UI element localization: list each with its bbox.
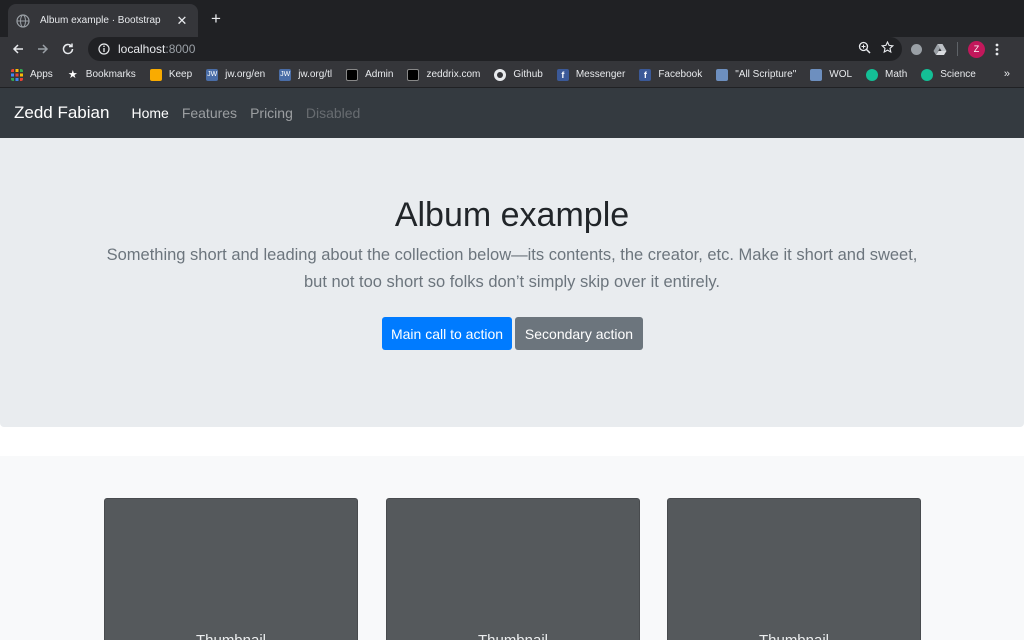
thumbnail-card[interactable]: Thumbnail [386,498,640,640]
profile-avatar[interactable]: Z [968,40,985,58]
tab-title: Album example · Bootstrap [40,15,161,26]
bookmark-keep[interactable]: Keep [149,68,193,81]
reload-icon[interactable] [58,39,78,59]
jw-icon: JW [206,68,219,81]
github-icon [494,68,507,81]
address-bar[interactable]: localhost:8000 [88,37,902,61]
close-tab-icon[interactable]: ✕ [174,13,190,29]
facebook-icon: f [639,68,652,81]
bookmarks-bar: Apps ★ Bookmarks Keep JW jw.org/en JW jw… [0,62,1024,88]
khan-icon [921,68,934,81]
bookmark-label: "All Scripture" [735,69,797,80]
browser-toolbar: localhost:8000 Z [0,37,1024,62]
bookmark-label: Keep [168,69,193,80]
bookmark-jw-tl[interactable]: JW jw.org/tl [279,68,333,81]
nav-link-disabled: Disabled [305,105,361,121]
browser-tab[interactable]: Album example · Bootstrap ✕ [8,4,198,37]
nav-link-pricing[interactable]: Pricing [250,105,293,121]
bookmark-star-icon[interactable] [881,41,894,54]
jw-icon: JW [279,68,292,81]
more-bookmarks-chevron-icon[interactable]: » [1004,68,1010,80]
thumbnail-label: Thumbnail [105,632,357,640]
bookmark-label: Facebook [658,69,703,80]
bookmark-math[interactable]: Math [866,68,908,81]
star-icon: ★ [67,69,78,81]
bookmark-label: Math [885,69,908,80]
new-tab-icon[interactable]: + [206,9,226,29]
thumbnail-label: Thumbnail [668,632,920,640]
wol-icon [716,68,729,81]
nav-link-features[interactable]: Features [182,105,237,121]
bookmark-label: Github [513,69,543,80]
extension-globe-icon[interactable] [910,43,923,56]
extensions-area: Z [910,39,999,59]
facebook-icon: f [556,68,569,81]
bookmark-label: jw.org/en [225,69,266,80]
browser-tabstrip: Album example · Bootstrap ✕ + [0,0,1024,37]
info-icon[interactable] [98,43,110,55]
apps-grid-icon [11,68,23,81]
bookmark-apps[interactable]: Apps [11,68,53,81]
thumbnail-card[interactable]: Thumbnail [667,498,921,640]
jumbotron: Album example Something short and leadin… [0,138,1024,427]
bookmark-science[interactable]: Science [921,68,976,81]
url-host: localhost [118,42,166,56]
url-port: :8000 [165,42,196,56]
bookmark-zeddrix[interactable]: zeddrix.com [407,68,481,81]
main-call-to-action-button[interactable]: Main call to action [382,317,512,350]
bookmark-label: WOL [829,69,853,80]
toolbar-separator [957,42,958,56]
bookmark-wol[interactable]: WOL [810,68,853,81]
khan-icon [866,68,879,81]
lead-text: Something short and leading about the co… [106,246,918,291]
keep-icon [149,68,162,81]
bookmark-label: Bookmarks [85,69,136,80]
forward-arrow-icon[interactable] [33,39,53,59]
thumbnail-card[interactable]: Thumbnail [104,498,358,640]
bookmark-label: Admin [365,69,394,80]
secondary-action-button[interactable]: Secondary action [515,317,643,350]
site-navbar: Zedd Fabian Home Features Pricing Disabl… [0,88,1024,138]
bookmark-all-scripture[interactable]: "All Scripture" [716,68,797,81]
globe-icon [16,13,30,28]
bookmark-label: jw.org/tl [298,69,333,80]
bookmark-messenger[interactable]: f Messenger [556,68,626,81]
wol-icon [810,68,823,81]
bookmark-label: Science [940,69,976,80]
navbar-brand[interactable]: Zedd Fabian [14,103,109,123]
bookmark-bookmarks[interactable]: ★ Bookmarks [67,69,136,81]
bookmark-label: Apps [30,69,53,80]
page-title: Album example [394,196,630,234]
admin-icon [407,68,420,81]
drive-icon[interactable] [933,43,947,56]
nav-link-home[interactable]: Home [131,105,168,121]
bookmark-admin[interactable]: Admin [346,68,394,81]
album-section: Thumbnail Thumbnail Thumbnail [0,456,1024,640]
back-arrow-icon[interactable] [8,39,28,59]
bookmark-label: zeddrix.com [426,69,481,80]
bookmark-jw-en[interactable]: JW jw.org/en [206,68,266,81]
zoom-icon[interactable] [858,41,871,54]
menu-dots-icon[interactable] [995,43,999,56]
admin-icon [346,68,359,81]
thumbnail-label: Thumbnail [387,632,639,640]
bookmark-github[interactable]: Github [494,68,543,81]
bookmark-facebook[interactable]: f Facebook [639,68,703,81]
bookmark-label: Messenger [575,69,626,80]
